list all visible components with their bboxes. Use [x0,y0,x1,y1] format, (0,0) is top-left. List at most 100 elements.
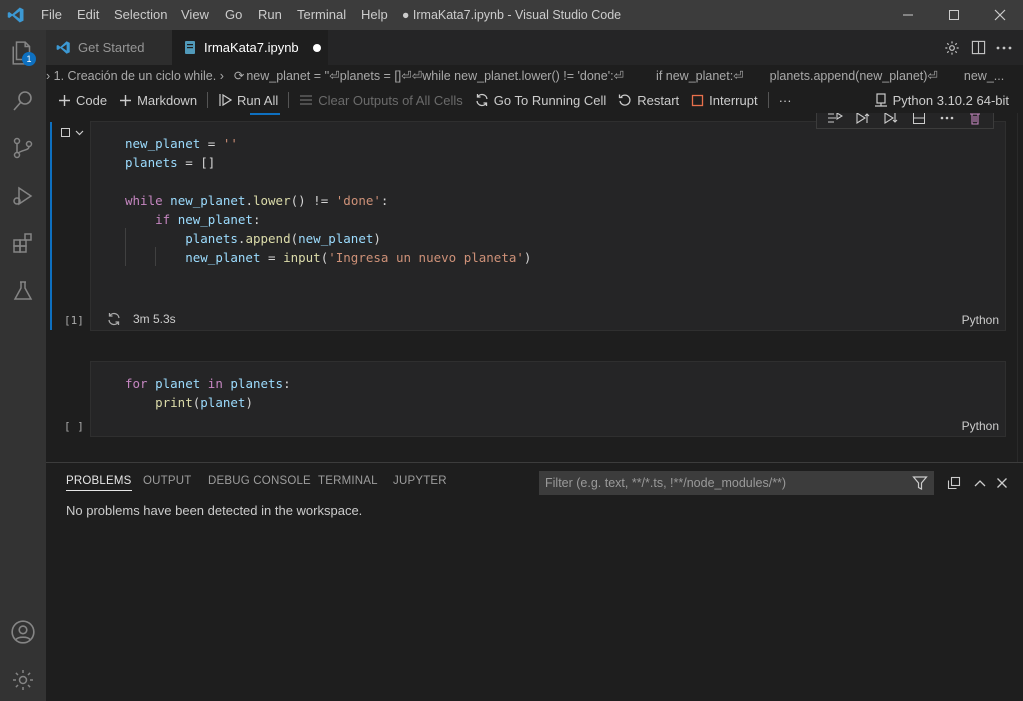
run-debug-icon[interactable] [7,180,39,212]
menu-file[interactable]: File [41,0,62,30]
maximize-panel-icon[interactable] [970,473,990,493]
manage-gear-icon[interactable] [7,664,39,696]
notebook-file-icon [184,40,196,55]
menu-run[interactable]: Run [258,0,282,30]
restart-icon [618,93,632,107]
go-to-running-cell-button[interactable]: Go To Running Cell [469,89,613,111]
interrupt-kernel-button[interactable]: Interrupt [685,89,763,111]
tab-terminal[interactable]: TERMINAL [318,475,378,487]
execute-above-icon[interactable] [849,113,877,128]
explorer-badge: 1 [22,52,36,66]
filter-input[interactable] [545,476,905,490]
tab-output[interactable]: OUTPUT [143,475,191,487]
cell-execution-count: [1] [64,314,84,327]
split-editor-icon[interactable] [965,35,991,61]
add-code-cell-button[interactable]: Code [52,89,113,111]
go-to-running-label: Go To Running Cell [493,92,607,108]
tab-get-started[interactable]: Get Started [46,30,172,65]
add-markdown-label: Markdown [137,92,198,108]
toolbar-divider [767,92,769,108]
code-cell-1[interactable]: new_planet = '' planets = [] while new_p… [90,121,1006,331]
menu-edit[interactable]: Edit [77,0,99,30]
menu-selection[interactable]: Selection [114,0,167,30]
delete-cell-icon[interactable] [961,113,989,128]
stop-square-icon [691,94,704,107]
run-all-button[interactable]: Run All [212,89,284,111]
breadcrumb-item[interactable]: ⟳ new_planet = ''⏎planets = []⏎⏎while new… [234,69,634,83]
testing-flask-icon[interactable] [7,275,39,307]
cell-status: 3m 5.3s [107,312,176,326]
more-actions-icon[interactable] [991,35,1017,61]
run-by-line-icon[interactable] [821,113,849,128]
search-icon[interactable] [7,85,39,117]
collapse-all-icon[interactable] [944,473,964,493]
breadcrumb-item[interactable]: planets.append(new_planet)⏎ [770,69,938,83]
indent-guide [125,228,126,266]
editor-actions [939,30,1023,65]
breadcrumb-item[interactable]: if new_planet:⏎ [656,69,744,83]
more-toolbar-actions-button[interactable]: ··· [773,89,798,111]
close-panel-icon[interactable] [992,473,1012,493]
menu-help[interactable]: Help [361,0,388,30]
tab-irmakata7[interactable]: IrmaKata7.ipynb [172,30,328,65]
cell-collapse-checkbox[interactable] [60,126,88,143]
code-editor-cell-2[interactable]: for planet in planets: print(planet) [125,374,291,412]
interrupt-label: Interrupt [709,92,758,108]
indent-guide [155,247,156,266]
tab-jupyter[interactable]: JUPYTER [393,475,447,487]
cell-symbol-icon: ⟳ [233,69,245,83]
more-cell-actions-icon[interactable] [933,113,961,128]
bottom-panel: PROBLEMS OUTPUT DEBUG CONSOLE TERMINAL J… [46,462,1023,701]
extensions-icon[interactable] [7,227,39,259]
title-bar: File Edit Selection View Go Run Terminal… [0,0,1023,30]
unsaved-dot-icon[interactable] [312,43,321,52]
editor-tab-bar: Get Started IrmaKata7.ipynb [46,30,1023,65]
tab-debug-console[interactable]: DEBUG CONSOLE [208,475,311,487]
kernel-picker-button[interactable]: Python 3.10.2 64-bit [868,89,1015,111]
problems-filter[interactable] [539,471,934,495]
close-window-button[interactable] [977,0,1023,30]
tab-problems[interactable]: PROBLEMS [66,475,132,491]
execute-below-icon[interactable] [877,113,905,128]
cell-focus-bar [50,122,52,330]
split-cell-icon[interactable] [905,113,933,128]
cell-language-badge[interactable]: Python [962,313,999,327]
minimize-button[interactable] [885,0,931,30]
cell-execution-count: [ ] [64,420,84,433]
maximize-button[interactable] [931,0,977,30]
breadcrumb-item[interactable]: new_... [964,69,1004,83]
sync-icon [475,93,489,107]
breadcrumb: › 1. Creación de un ciclo while. › ⟳ new_p… [46,65,1023,87]
menu-view[interactable]: View [181,0,209,30]
activity-bar: 1 [0,30,46,701]
cell-language-badge[interactable]: Python [962,419,999,433]
explorer-icon[interactable]: 1 [7,37,39,69]
breadcrumb-item[interactable]: › 1. Creación de un ciclo while. › [46,69,224,83]
run-all-label: Run All [237,92,279,108]
toolbar-divider [288,92,290,108]
add-markdown-cell-button[interactable]: Markdown [113,89,203,111]
filter-funnel-icon[interactable] [912,475,928,491]
restart-kernel-button[interactable]: Restart [612,89,685,111]
clear-outputs-button[interactable]: Clear Outputs of All Cells [293,89,469,111]
accounts-icon[interactable] [7,616,39,648]
menu-go[interactable]: Go [225,0,242,30]
settings-gear-icon[interactable] [939,35,965,61]
code-editor-cell-1[interactable]: new_planet = '' planets = [] while new_p… [125,134,531,267]
menu-terminal[interactable]: Terminal [297,0,346,30]
kernel-server-icon [874,93,888,107]
clear-outputs-label: Clear Outputs of All Cells [318,92,463,108]
kernel-label: Python 3.10.2 64-bit [892,92,1009,108]
vertical-scrollbar[interactable] [1017,113,1023,462]
tab-label: IrmaKata7.ipynb [204,40,299,55]
notebook-toolbar: Code Markdown Run All Clear Outputs of A… [46,87,1023,113]
add-code-label: Code [76,92,108,108]
restart-label: Restart [637,92,680,108]
play-all-icon [218,93,233,107]
sync-icon [107,312,121,326]
code-cell-2[interactable]: for planet in planets: print(planet) Pyt… [90,361,1006,437]
plus-icon [119,94,132,107]
clear-all-icon [299,94,313,106]
source-control-icon[interactable] [7,132,39,164]
tab-label: Get Started [78,40,145,55]
